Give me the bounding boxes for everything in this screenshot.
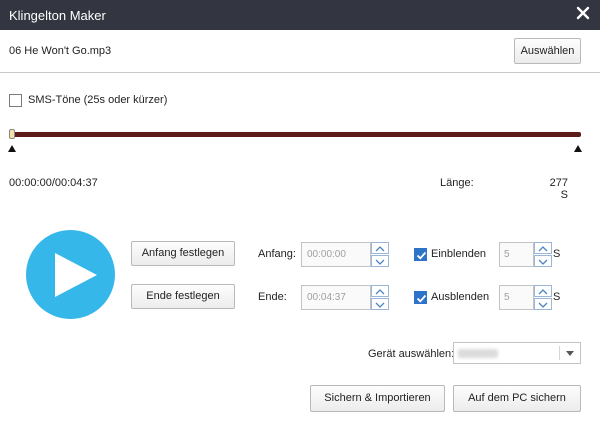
- start-time-down-button[interactable]: [371, 255, 389, 267]
- play-icon: [55, 253, 97, 297]
- chevron-up-icon: [375, 246, 385, 252]
- start-time-input[interactable]: 00:00:00: [301, 242, 371, 267]
- length-value: 277 S: [549, 177, 568, 201]
- save-import-button[interactable]: Sichern & Importieren: [310, 385, 445, 412]
- fade-in-unit: S: [553, 248, 561, 260]
- chevron-down-icon: [375, 259, 385, 265]
- checkmark-icon: [416, 294, 427, 303]
- start-time-stepper[interactable]: [371, 242, 389, 267]
- device-selected-value: [458, 349, 498, 358]
- title-bar: Klingelton Maker: [0, 0, 600, 30]
- end-time-up-button[interactable]: [371, 285, 389, 297]
- fade-out-unit: S: [553, 291, 561, 303]
- chevron-down-icon: [538, 259, 548, 265]
- set-start-button[interactable]: Anfang festlegen: [131, 241, 235, 266]
- chevron-up-icon: [375, 289, 385, 295]
- play-button[interactable]: [26, 230, 115, 319]
- fade-in-up-button[interactable]: [534, 242, 552, 254]
- end-label: Ende:: [258, 291, 287, 303]
- chevron-up-icon: [538, 289, 548, 295]
- device-label: Gerät auswählen:: [368, 348, 455, 360]
- end-time-stepper[interactable]: [371, 285, 389, 310]
- close-icon[interactable]: [576, 6, 590, 20]
- save-to-pc-button[interactable]: Auf dem PC sichern: [453, 385, 581, 412]
- fade-in-stepper[interactable]: [534, 242, 552, 267]
- chevron-up-icon: [538, 246, 548, 252]
- fade-out-seconds-input[interactable]: 5: [499, 285, 534, 310]
- file-row: 06 He Won't Go.mp3 Auswählen: [0, 30, 600, 73]
- time-readout: 00:00:00/00:04:37: [9, 177, 98, 189]
- window-title: Klingelton Maker: [9, 8, 106, 23]
- sms-label: SMS-Töne (25s oder kürzer): [28, 94, 168, 106]
- chevron-down-icon: [538, 302, 548, 308]
- fade-out-label: Ausblenden: [431, 291, 490, 303]
- start-marker-icon[interactable]: [8, 145, 16, 152]
- length-label: Länge:: [440, 177, 474, 189]
- timeline-handle[interactable]: [9, 129, 15, 139]
- fade-out-down-button[interactable]: [534, 298, 552, 310]
- fade-out-checkbox[interactable]: [414, 291, 427, 304]
- chevron-down-icon: [375, 302, 385, 308]
- timeline-slider[interactable]: [11, 132, 581, 137]
- dropdown-arrow-icon[interactable]: [566, 351, 574, 356]
- fade-in-checkbox[interactable]: [414, 248, 427, 261]
- set-end-button[interactable]: Ende festlegen: [131, 284, 235, 309]
- checkmark-icon: [416, 251, 427, 260]
- sms-checkbox[interactable]: [9, 94, 22, 107]
- fade-in-down-button[interactable]: [534, 255, 552, 267]
- choose-file-button[interactable]: Auswählen: [514, 38, 581, 64]
- select-divider: [559, 346, 560, 360]
- device-select[interactable]: [453, 342, 581, 364]
- fade-in-label: Einblenden: [431, 248, 487, 260]
- fade-out-stepper[interactable]: [534, 285, 552, 310]
- file-name: 06 He Won't Go.mp3: [9, 45, 112, 57]
- end-time-input[interactable]: 00:04:37: [301, 285, 371, 310]
- end-time-down-button[interactable]: [371, 298, 389, 310]
- start-label: Anfang:: [258, 248, 296, 260]
- end-marker-icon[interactable]: [574, 145, 582, 152]
- start-time-up-button[interactable]: [371, 242, 389, 254]
- fade-in-seconds-input[interactable]: 5: [499, 242, 534, 267]
- fade-out-up-button[interactable]: [534, 285, 552, 297]
